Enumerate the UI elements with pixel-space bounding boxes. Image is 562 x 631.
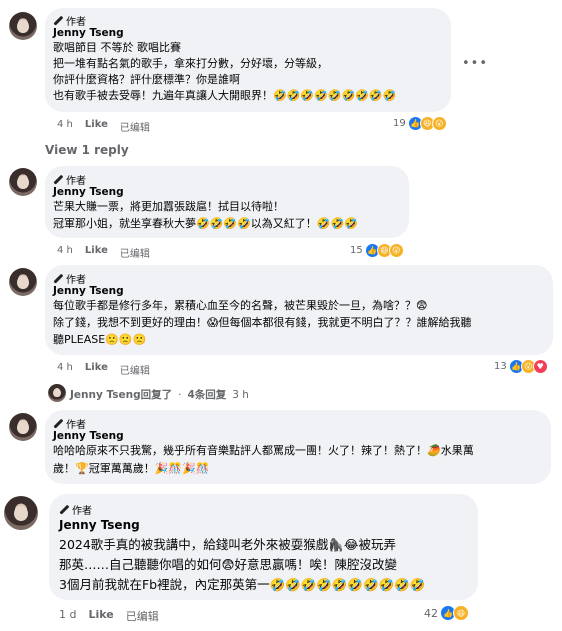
view-replies-link[interactable]: View 1 reply	[45, 143, 129, 157]
comment-author-name[interactable]: Jenny Tseng	[59, 518, 140, 532]
haha-reaction-icon: 😆	[453, 605, 469, 621]
avatar[interactable]	[9, 268, 37, 296]
pen-icon	[59, 505, 69, 515]
comment-time[interactable]: 4 h	[57, 119, 73, 134]
reaction-count: 15	[350, 245, 363, 256]
pen-icon	[53, 16, 63, 26]
comment-text-line: 每位歌手都是修行多年，累積心血至今的名聲，被芒果毀於一旦，為啥？？😨	[53, 299, 428, 312]
comment-author-name[interactable]: Jenny Tseng	[53, 285, 124, 297]
reply-count: 4条回复	[187, 389, 227, 401]
reaction-count: 13	[494, 361, 507, 372]
author-badge: 作者	[53, 13, 86, 28]
edited-label: 已编辑	[125, 610, 159, 623]
comment-time[interactable]: 4 h	[57, 362, 73, 377]
replies-summary[interactable]: Jenny Tseng回复了 · 4条回复 3 h	[70, 387, 249, 402]
avatar[interactable]	[4, 496, 38, 530]
comment-text-line: 把一堆有點名氣的歌手，拿來打分數，分好壞，分等級，	[53, 57, 328, 70]
comment-meta: 4 h Like 已编辑	[57, 245, 150, 260]
love-reaction-icon: ♥	[532, 359, 548, 374]
author-badge: 作者	[53, 271, 86, 286]
reaction-count: 42	[424, 606, 438, 620]
comment-meta: 4 h Like 已编辑	[57, 119, 150, 134]
reaction-summary[interactable]: 15 👍 😆 😮	[350, 243, 404, 258]
comment-text-line: 芒果大賺一票，將更加囂張跋扈！拭目以待啦！	[53, 200, 284, 213]
author-badge: 作者	[53, 172, 86, 187]
wow-reaction-icon: 😮	[388, 243, 404, 258]
comment-text-line: 2024歌手真的被我講中，給錢叫老外來被耍猴戲🦍😂被玩弄	[59, 537, 396, 552]
reply-time: 3 h	[232, 388, 249, 401]
avatar[interactable]	[9, 413, 37, 441]
avatar[interactable]	[48, 384, 66, 402]
comment-text-line: 那英……自己聽聽你唱的如何😨好意思贏嗎！唉！陳腔沒改變	[59, 557, 398, 572]
comment-text-line: 除了錢，我想不到更好的理由！😱但每個本都很有錢，我就更不明白了？？誰解給我聽	[53, 316, 472, 329]
avatar[interactable]	[9, 168, 37, 196]
separator: ·	[178, 388, 182, 401]
like-button[interactable]: Like	[85, 362, 108, 377]
pen-icon	[53, 419, 63, 429]
comment-text-line: 3個月前我就在Fb裡說，內定那英第一🤣🤣🤣🤣🤣🤣🤣🤣🤣🤣	[59, 577, 426, 592]
pen-icon	[53, 175, 63, 185]
wow-reaction-icon: 😮	[431, 116, 447, 131]
like-button[interactable]: Like	[85, 119, 108, 134]
comment-meta: 4 h Like 已编辑	[57, 362, 150, 377]
comment-author-name[interactable]: Jenny Tseng	[53, 186, 124, 198]
pen-icon	[53, 274, 63, 284]
author-badge: 作者	[59, 502, 92, 517]
comment-author-name[interactable]: Jenny Tseng	[53, 430, 124, 442]
edited-label: 已编辑	[119, 249, 150, 260]
like-button[interactable]: Like	[88, 608, 113, 624]
reply-author: Jenny Tseng回复了	[70, 389, 173, 401]
comment-time[interactable]: 4 h	[57, 245, 73, 260]
avatar[interactable]	[9, 12, 37, 40]
author-badge: 作者	[53, 416, 86, 431]
comment-meta: 1 d Like 已编辑	[59, 608, 159, 624]
reaction-summary[interactable]: 13 👍 😮 ♥	[494, 359, 548, 374]
comment-text-line: 你評什麼資格？評什麼標準？你是誰啊	[53, 73, 240, 86]
comment-text-line: 也有歌手被去受辱！九遍年真讓人大開眼界！🤣🤣🤣🤣🤣🤣🤣🤣🤣	[53, 89, 397, 102]
reaction-count: 19	[393, 118, 406, 129]
like-button[interactable]: Like	[85, 245, 108, 260]
edited-label: 已编辑	[119, 123, 150, 134]
comment-time[interactable]: 1 d	[59, 608, 76, 624]
reaction-summary[interactable]: 42 👍 😆	[424, 605, 469, 621]
comment-text-line: 歌唱節目 不等於 歌唱比賽	[53, 41, 181, 54]
comment-text-line: 歲！🏆冠軍萬萬歲！🎉🎊🎉🎊	[53, 462, 210, 475]
comment-text-line: 冠軍那小姐，就坐享春秋大夢🤣🤣🤣🤣以為又紅了！🤣🤣🤣	[53, 217, 358, 230]
reaction-summary[interactable]: 19 👍 😆 😮	[393, 116, 447, 131]
comment-author-name[interactable]: Jenny Tseng	[53, 27, 124, 39]
comment-text-line: 哈哈哈原來不只我驚，幾乎所有音樂點評人都罵成一團！火了！辣了！熱了！🥭水果萬	[53, 444, 474, 457]
comment-text-line: 聽PLEASE🙁🙁🙁	[53, 333, 147, 346]
edited-label: 已编辑	[119, 366, 150, 377]
more-options-icon[interactable]: •••	[462, 56, 488, 71]
